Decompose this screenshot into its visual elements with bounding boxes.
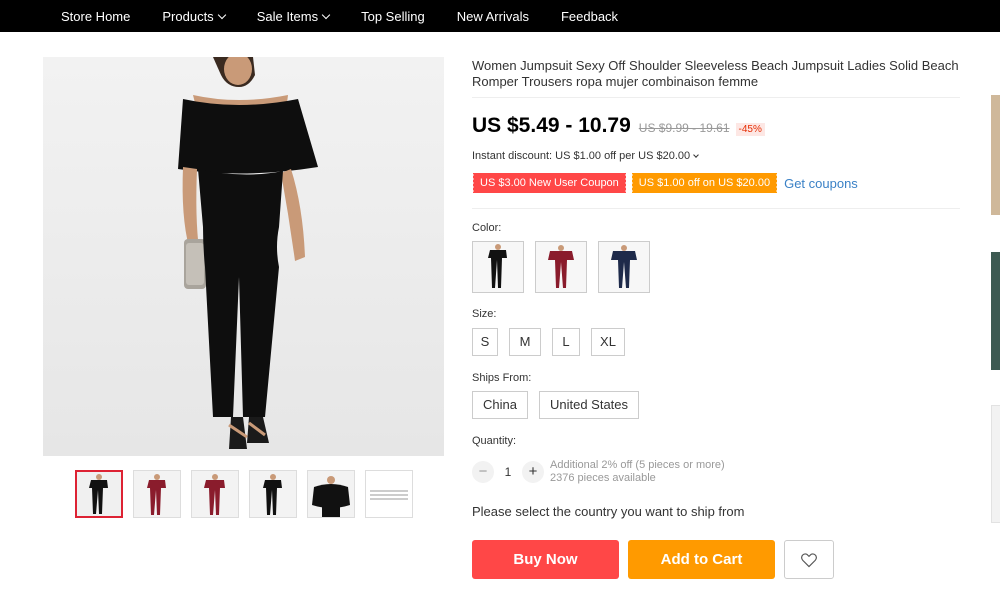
thumbnail-image [308, 471, 354, 517]
nav-sale-items[interactable]: Sale Items [256, 8, 331, 24]
ship-option-china[interactable]: China [472, 391, 528, 419]
nav-feedback-label: Feedback [560, 8, 619, 24]
get-coupons-link[interactable]: Get coupons [784, 176, 858, 191]
bulk-discount-note: Additional 2% off (5 pieces or more) [550, 459, 725, 471]
recommendation-thumbnail[interactable] [991, 95, 1000, 215]
current-price: US $5.49 - 10.79 [472, 114, 631, 137]
thumbnail-image [134, 471, 180, 517]
thumbnail-2[interactable] [133, 470, 181, 518]
wishlist-button[interactable] [784, 540, 834, 579]
thumbnail-3[interactable] [191, 470, 239, 518]
size-option-l[interactable]: L [552, 328, 580, 356]
chevron-down-icon [217, 10, 226, 19]
main-product-image[interactable] [43, 57, 444, 456]
swatch-image [473, 242, 523, 292]
buy-now-button[interactable]: Buy Now [472, 540, 619, 579]
ships-from-options: China United States [472, 391, 650, 419]
nav-top-selling[interactable]: Top Selling [361, 9, 425, 24]
instant-discount-text: Instant discount: US $1.00 off per US $2… [472, 150, 691, 162]
thumbnail-image [77, 472, 121, 516]
original-price: US $9.99 - 19.61 [638, 121, 730, 135]
quantity-plus-button[interactable]: + [522, 461, 544, 483]
quantity-minus-button[interactable]: − [472, 461, 494, 483]
thumbnail-image [192, 471, 238, 517]
recommendation-thumbnail[interactable] [991, 405, 1000, 523]
coupon-row: US $3.00 New User Coupon US $1.00 off on… [472, 173, 858, 193]
nav-products[interactable]: Products [162, 8, 226, 24]
color-swatch-wine-red[interactable] [535, 241, 587, 293]
swatch-image [599, 242, 649, 292]
chevron-down-icon [321, 10, 331, 19]
divider [472, 208, 960, 209]
nav-sale-items-label: Sale Items [256, 8, 319, 24]
thumbnail-image [366, 471, 412, 517]
swatch-image [536, 242, 586, 292]
ships-from-label: Ships From: [472, 372, 532, 384]
thumbnail-4[interactable] [249, 470, 297, 518]
store-nav-bar: Store Home Products Sale Items Top Selli… [0, 0, 1000, 32]
instant-discount[interactable]: Instant discount: US $1.00 off per US $2… [472, 150, 699, 162]
nav-store-home-label: Store Home [61, 8, 131, 24]
add-to-cart-button[interactable]: Add to Cart [628, 540, 775, 579]
ship-from-prompt: Please select the country you want to sh… [472, 504, 745, 519]
recommendation-thumbnail[interactable] [991, 252, 1000, 370]
ship-option-united-states[interactable]: United States [538, 391, 640, 419]
heart-icon [801, 552, 817, 567]
thumbnail-strip [75, 470, 423, 518]
model-illustration [43, 57, 444, 456]
color-swatches [472, 241, 661, 293]
size-label: Size: [472, 308, 497, 320]
quantity-stepper: − 1 + Additional 2% off (5 pieces or mor… [472, 459, 725, 485]
quantity-label: Quantity: [472, 435, 517, 447]
size-option-s[interactable]: S [472, 328, 498, 356]
price-row: US $5.49 - 10.79 US $9.99 - 19.61 -45% [472, 114, 765, 138]
store-coupon[interactable]: US $1.00 off on US $20.00 [630, 173, 778, 193]
nav-new-arrivals[interactable]: New Arrivals [457, 9, 529, 24]
discount-badge: -45% [735, 123, 765, 136]
stock-available-note: 2376 pieces available [550, 472, 656, 484]
nav-top-selling-label: Top Selling [361, 8, 425, 24]
color-swatch-navy[interactable] [598, 241, 650, 293]
nav-new-arrivals-label: New Arrivals [456, 8, 529, 24]
recommendation-strip [986, 0, 1000, 589]
size-option-xl[interactable]: XL [591, 328, 625, 356]
thumbnail-5[interactable] [307, 470, 355, 518]
size-option-m[interactable]: M [509, 328, 541, 356]
product-title: Women Jumpsuit Sexy Off Shoulder Sleevel… [472, 58, 959, 89]
color-swatch-black[interactable] [472, 241, 524, 293]
nav-products-label: Products [162, 8, 214, 24]
thumbnail-1[interactable] [75, 470, 123, 518]
size-options: S M L XL [472, 328, 636, 356]
thumbnail-6[interactable] [365, 470, 413, 518]
color-label: Color: [472, 222, 502, 234]
divider [472, 97, 960, 98]
nav-feedback[interactable]: Feedback [561, 9, 618, 24]
thumbnail-image [250, 471, 296, 517]
quantity-value[interactable]: 1 [494, 465, 522, 479]
quantity-note: Additional 2% off (5 pieces or more) 237… [550, 459, 725, 485]
nav-store-home[interactable]: Store Home [61, 9, 130, 24]
chevron-down-icon [693, 152, 699, 158]
new-user-coupon[interactable]: US $3.00 New User Coupon [472, 173, 626, 193]
